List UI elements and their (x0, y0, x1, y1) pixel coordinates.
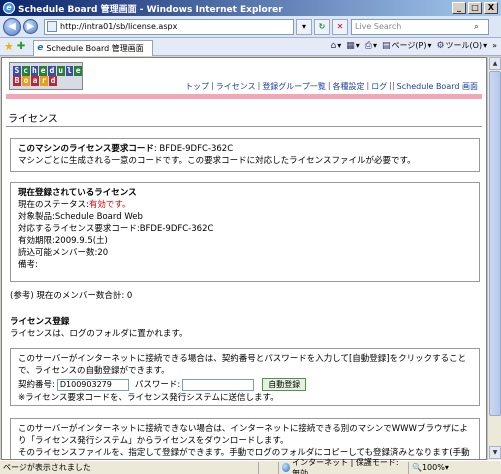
feeds-icon: ▦ (346, 40, 355, 51)
request-code-value: BFDE-9DFC-362C (159, 144, 234, 154)
home-button[interactable]: ⌂ ▾ (331, 41, 342, 51)
page-menu-icon: ▤ (382, 40, 391, 51)
online-register-box: このサーバーがインターネットに接続できる場合は、契約番号とパスワードを入力して[… (10, 348, 480, 406)
address-toolbar: ◀ ▶ http://intra01/sb/license.aspx ▾ ↻ ✕… (0, 16, 501, 38)
scroll-up-icon[interactable]: ▲ (489, 57, 501, 70)
license-notes-row: 備考: (18, 260, 38, 270)
page-viewport: Schedule Board トップ | ライセンス | 登録グループ一覧 | … (1, 57, 487, 460)
search-input[interactable]: Live Search ⌕ (351, 18, 489, 35)
address-dropdown-icon[interactable]: ▾ (296, 18, 312, 35)
status-message: ページが表示されました (3, 463, 91, 472)
nav-link-schedule-board[interactable]: Schedule Board 画面 (397, 81, 478, 92)
request-code-line: このマシンのライセンス要求コード: BFDE-9DFC-362C (18, 144, 234, 154)
member-total: (参考) 現在のメンバー数合計: 0 (10, 291, 133, 301)
close-button[interactable]: X (484, 2, 498, 14)
minimize-button[interactable]: _ (452, 2, 466, 14)
schedule-board-logo[interactable]: Schedule Board (9, 62, 83, 90)
forward-button[interactable]: ▶ (23, 19, 38, 34)
header-divider (6, 94, 482, 99)
title-divider (6, 126, 482, 127)
zoom-control[interactable]: 🔍 100% ▾ (408, 461, 460, 474)
zoom-icon: 🔍 (412, 463, 422, 472)
license-members-row: 読込可能メンバー数:20 (18, 248, 109, 258)
address-input[interactable]: http://intra01/sb/license.aspx (44, 18, 294, 35)
offline-register-box: このサーバーがインターネットに接続できない場合は、インターネットに接続できる別の… (10, 418, 480, 459)
tab-ie-icon: e (37, 43, 44, 53)
scroll-thumb[interactable] (489, 71, 501, 416)
gear-icon: ⚙ (436, 40, 445, 51)
top-navigation: トップ | ライセンス | 登録グループ一覧 | 各種設定 | ログ || Sc… (185, 81, 478, 92)
contract-number-input[interactable]: D100903279 (56, 378, 129, 391)
password-label: パスワード: (134, 379, 181, 390)
license-status-row: 現在のステータス:有効です。 (18, 200, 131, 210)
nav-link-top[interactable]: トップ (185, 81, 209, 92)
print-button[interactable]: ⎙ ▾ (365, 41, 377, 51)
tab-label: Schedule Board 管理画面 (46, 43, 144, 53)
auto-register-button[interactable]: 自動登録 (262, 378, 307, 391)
register-heading: ライセンス登録 (10, 317, 70, 327)
nav-link-log[interactable]: ログ (371, 81, 387, 92)
page-title: ライセンス (8, 114, 58, 125)
page-menu[interactable]: ▤ ページ(P) ▾ (382, 40, 431, 51)
security-zone[interactable]: インターネット | 保護モード: 無効 (278, 458, 408, 474)
tab-bar: ★ ✚ e Schedule Board 管理画面 ⌂ ▾ ▦ ▾ ⎙ ▾ ▤ ページ(… (0, 38, 501, 56)
license-status-value: 有効です。 (88, 200, 131, 210)
refresh-icon[interactable]: ↻ (314, 18, 330, 35)
nav-link-groups[interactable]: 登録グループ一覧 (262, 81, 326, 92)
search-icon[interactable]: ⌕ (474, 21, 486, 33)
command-bar: ⌂ ▾ ▦ ▾ ⎙ ▾ ▤ ページ(P) ▾ ⚙ ツール(O) ▾ » (331, 40, 497, 51)
feeds-button[interactable]: ▦ ▾ (346, 41, 360, 51)
license-code-row: 対応するライセンス要求コード:BFDE-9DFC-362C (18, 224, 214, 234)
current-license-box: 現在登録されているライセンス 現在のステータス:有効です。 対象製品:Sched… (10, 182, 480, 282)
favorites-star-icon[interactable]: ★ (4, 40, 14, 53)
license-product-row: 対象製品:Schedule Board Web (18, 212, 143, 222)
password-input[interactable] (182, 378, 255, 391)
more-commands[interactable]: » (492, 41, 497, 50)
offline-register-text: このサーバーがインターネットに接続できない場合は、インターネットに接続できる別の… (18, 424, 468, 446)
window-title: Schedule Board 管理画面 - Windows Internet E… (18, 4, 283, 15)
nav-link-license[interactable]: ライセンス (216, 81, 256, 92)
vertical-scrollbar[interactable]: ▲ ▼ (487, 57, 501, 460)
online-register-note: ※ライセンス要求コードを、ライセンス発行システムに送信します。 (18, 393, 279, 403)
stop-icon[interactable]: ✕ (332, 18, 348, 35)
scroll-down-icon[interactable]: ▼ (489, 446, 501, 459)
license-expiry-row: 有効期限:2009.9.5(土) (18, 236, 108, 246)
request-code-note: マシンごとに生成される一意のコードです。この要求コードに対応したライセンスファイ… (18, 156, 416, 166)
add-favorite-icon[interactable]: ✚ (17, 41, 25, 52)
home-icon: ⌂ (330, 40, 337, 51)
register-description: ライセンスは、ログのフォルダに置かれます。 (10, 329, 188, 339)
print-icon: ⎙ (364, 40, 372, 51)
status-bar: ページが表示されました インターネット | 保護モード: 無効 🔍 100% ▾ (0, 458, 501, 474)
ie-icon: e (3, 2, 15, 14)
page-icon (47, 21, 57, 32)
back-button[interactable]: ◀ (3, 17, 21, 36)
search-placeholder: Live Search (355, 21, 402, 31)
globe-icon (282, 463, 291, 472)
window-titlebar: e Schedule Board 管理画面 - Windows Internet… (0, 0, 501, 16)
contract-label: 契約番号: (18, 379, 55, 390)
current-license-heading: 現在登録されているライセンス (18, 188, 137, 198)
status-empty-cell (258, 461, 278, 474)
logo-row-2: Board (13, 76, 57, 86)
address-url: http://intra01/sb/license.aspx (60, 22, 178, 31)
maximize-button[interactable]: □ (468, 2, 482, 14)
nav-link-settings[interactable]: 各種設定 (333, 81, 365, 92)
request-code-box: このマシンのライセンス要求コード: BFDE-9DFC-362C マシンごとに生… (10, 138, 480, 172)
online-register-text: このサーバーがインターネットに接続できる場合は、契約番号とパスワードを入力して[… (18, 354, 467, 376)
online-register-fields: 契約番号: D100903279 パスワード: 自動登録 (18, 378, 472, 391)
request-code-label: このマシンのライセンス要求コード (18, 144, 154, 154)
tools-menu[interactable]: ⚙ ツール(O) ▾ (436, 40, 487, 51)
window-controls: _ □ X (452, 2, 498, 14)
tab-schedule-board[interactable]: e Schedule Board 管理画面 (33, 39, 154, 56)
logo-row-1: Schedule (13, 66, 82, 76)
